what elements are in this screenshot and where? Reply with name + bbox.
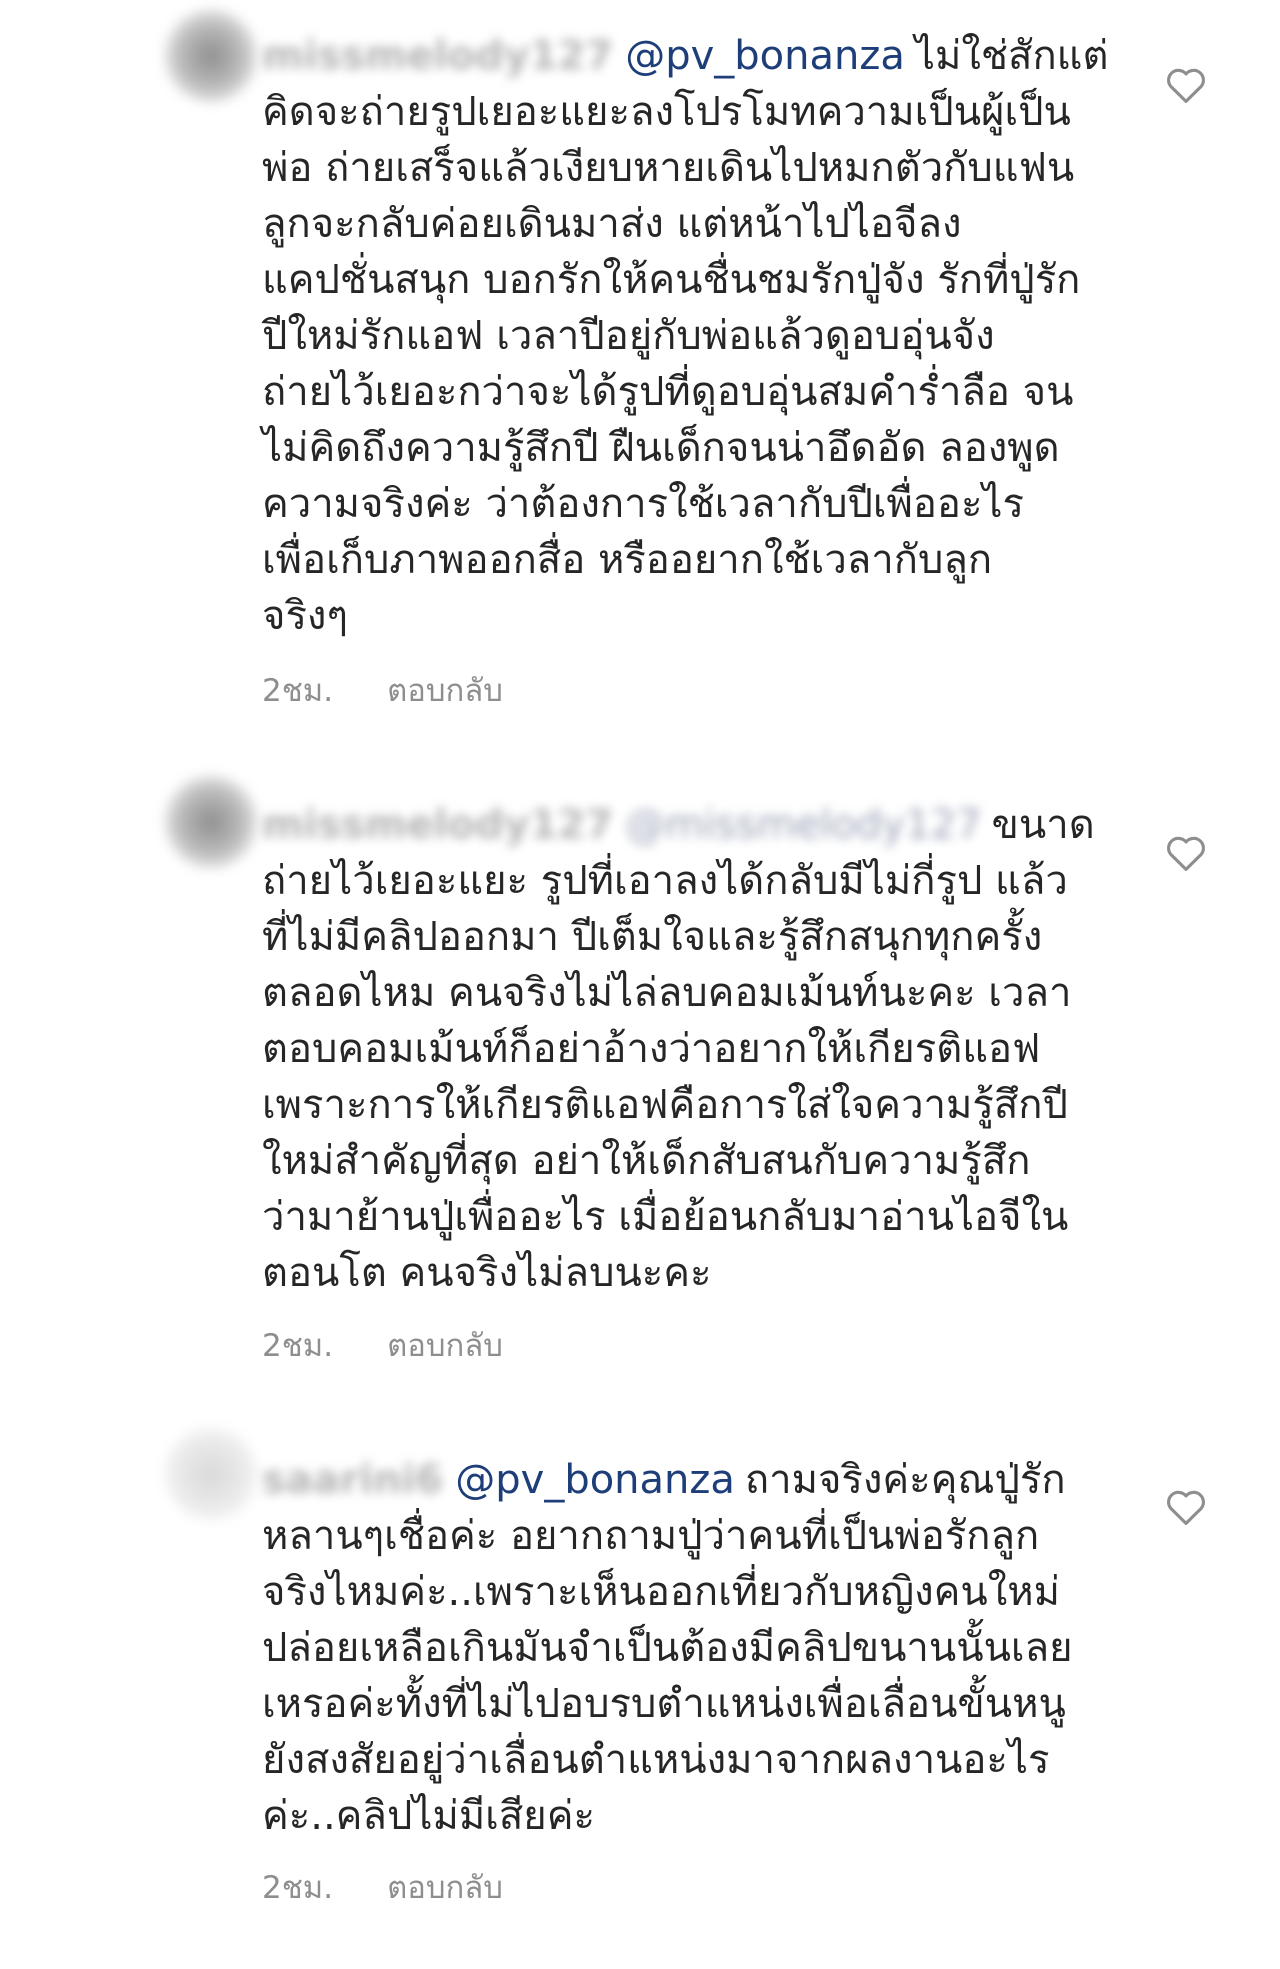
comment-username[interactable]: missmelody127 [262,33,613,79]
comment-mention[interactable]: @missmelody127 [625,802,981,848]
comment-meta: 2ชม. ตอบกลับ [262,1862,503,1912]
comment-username[interactable]: saarini6 [262,1457,443,1503]
avatar[interactable] [165,1428,257,1520]
comment-mention[interactable]: @pv_bonanza [455,1457,735,1503]
comment-mention[interactable]: @pv_bonanza [625,33,905,79]
avatar[interactable] [165,776,257,868]
comment-text: ไม่ใช่สักแต่ คิดจะถ่ายรูปเยอะแยะลงโปรโมท… [262,33,1109,639]
reply-button[interactable]: ตอบกลับ [387,665,503,715]
comment-text: ขนาด ถ่ายไว้เยอะแยะ รูปที่เอาลงได้กลับมี… [262,802,1095,1296]
comment-meta: 2ชม. ตอบกลับ [262,665,503,715]
avatar[interactable] [165,10,257,102]
heart-outline-icon[interactable] [1165,1488,1207,1526]
heart-outline-icon[interactable] [1165,834,1207,872]
comment-body: saarini6 @pv_bonanza ถามจริงค่ะคุณปู่รัก ห… [262,1452,1122,1844]
reply-button[interactable]: ตอบกลับ [387,1320,503,1370]
comment-body: missmelody127 @missmelody127 ขนาด ถ่ายไว้เ… [262,797,1122,1301]
comment-username[interactable]: missmelody127 [262,802,613,848]
comment-timestamp: 2ชม. [262,673,334,709]
comment-body: missmelody127 @pv_bonanza ไม่ใช่สักแต่ คิด… [262,28,1122,644]
comment-timestamp: 2ชม. [262,1870,334,1906]
comment-text: ถามจริงค่ะคุณปู่รัก หลานๆเชื่อค่ะ อยากถา… [262,1457,1073,1839]
reply-button[interactable]: ตอบกลับ [387,1862,503,1912]
comment-timestamp: 2ชม. [262,1328,334,1364]
comment-meta: 2ชม. ตอบกลับ [262,1320,503,1370]
heart-outline-icon[interactable] [1165,66,1207,104]
